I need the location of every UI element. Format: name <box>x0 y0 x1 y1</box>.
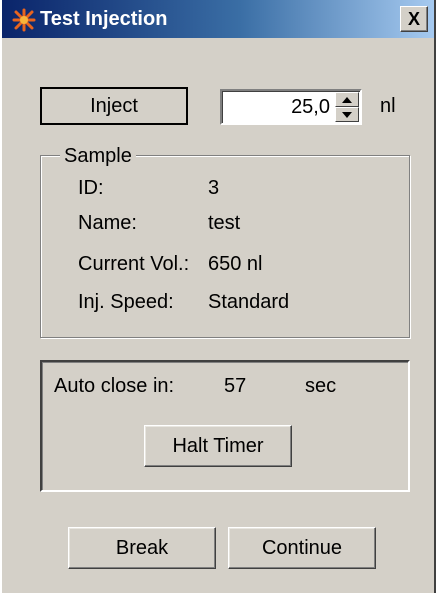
test-injection-dialog: Test Injection X Inject 25,0 nl Sample I… <box>0 0 436 593</box>
inj-speed-value: Standard <box>208 291 290 313</box>
spin-up-button[interactable] <box>335 92 359 107</box>
title-bar[interactable]: Test Injection X <box>2 0 434 38</box>
spin-down-button[interactable] <box>335 107 359 122</box>
sample-name-value: test <box>208 212 241 234</box>
sample-id-value: 3 <box>208 177 220 199</box>
sample-id-label: ID: <box>78 177 104 199</box>
volume-unit: nl <box>380 95 396 117</box>
break-button[interactable]: Break <box>68 527 216 569</box>
star-burst-icon <box>12 8 36 32</box>
close-button[interactable]: X <box>400 6 428 32</box>
spin-buttons <box>335 92 359 122</box>
arrow-down-icon <box>342 111 352 118</box>
break-button-label: Break <box>115 536 169 559</box>
window-title: Test Injection <box>40 8 168 30</box>
current-vol-label: Current Vol.: <box>78 253 190 275</box>
auto-close-value: 57 <box>224 375 247 397</box>
continue-button-label: Continue <box>261 536 343 559</box>
sample-group-label: Sample <box>60 145 136 168</box>
arrow-up-icon <box>342 96 352 103</box>
inj-speed-label: Inj. Speed: <box>78 291 174 313</box>
auto-close-unit: sec <box>305 375 337 397</box>
volume-spinbox[interactable]: 25,0 <box>220 89 362 125</box>
continue-button[interactable]: Continue <box>228 527 376 569</box>
halt-timer-label: Halt Timer <box>172 434 264 457</box>
inject-button[interactable]: Inject <box>40 87 188 125</box>
halt-timer-button[interactable]: Halt Timer <box>144 425 292 467</box>
auto-close-label: Auto close in: <box>54 375 175 397</box>
current-vol-value: 650 nl <box>208 253 263 275</box>
inject-button-label: Inject <box>90 94 138 117</box>
sample-name-label: Name: <box>78 212 137 234</box>
volume-value: 25,0 <box>291 96 330 118</box>
close-icon: X <box>407 8 420 29</box>
